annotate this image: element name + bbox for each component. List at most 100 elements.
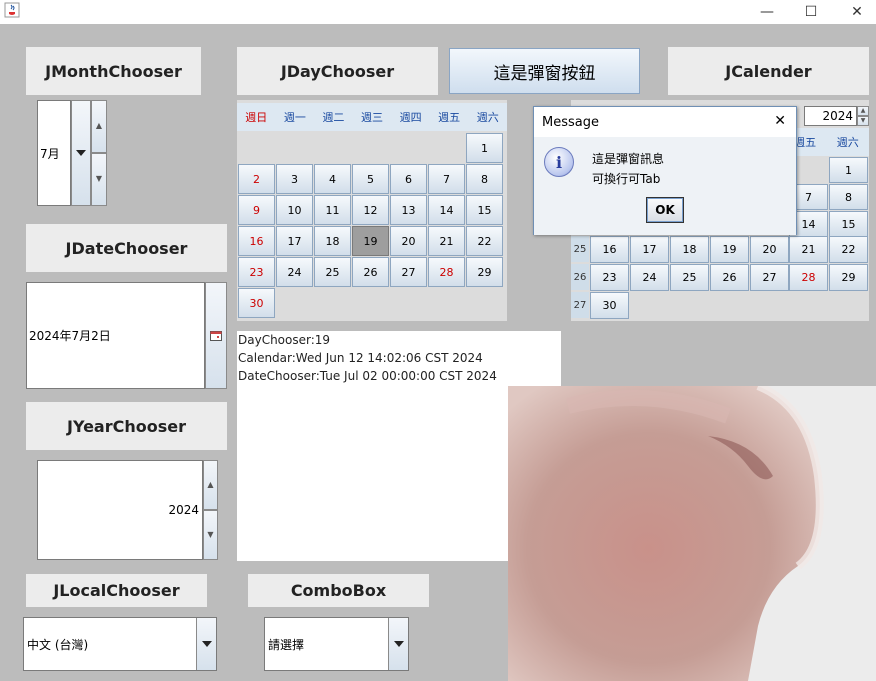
- calendar-year-up[interactable]: ▲: [857, 106, 869, 116]
- calendar-day-button[interactable]: 18: [670, 236, 709, 263]
- combo-value: 請選擇: [268, 637, 305, 652]
- date-value: 2024年7月2日: [29, 329, 111, 343]
- calendar-day-button[interactable]: 17: [630, 236, 669, 263]
- ok-button[interactable]: OK: [646, 197, 684, 223]
- dialog-message-line: 這是彈窗訊息: [592, 152, 665, 166]
- calendar-day-button[interactable]: 22: [829, 236, 868, 263]
- month-field[interactable]: 7月: [37, 100, 71, 206]
- maximize-button[interactable]: ☐: [788, 0, 834, 24]
- week-number: 25: [571, 236, 589, 262]
- year-spin-down[interactable]: ▼: [203, 510, 218, 560]
- locale-combo[interactable]: 中文 (台灣): [23, 617, 217, 671]
- locale-chooser-label: JLocalChooser: [26, 574, 207, 607]
- day-button[interactable]: 7: [428, 164, 465, 194]
- year-chooser-label: JYearChooser: [26, 402, 227, 450]
- week-number: 26: [571, 264, 589, 290]
- day-button[interactable]: 4: [314, 164, 351, 194]
- calendar-day-button[interactable]: 20: [750, 236, 789, 263]
- select-combo[interactable]: 請選擇: [264, 617, 409, 671]
- calendar-year-value: 2024: [822, 109, 853, 123]
- weekday-label: 週日: [245, 111, 268, 124]
- day-button[interactable]: 21: [428, 226, 465, 256]
- day-button[interactable]: 2: [238, 164, 275, 194]
- day-button[interactable]: 20: [390, 226, 427, 256]
- chevron-down-icon: [201, 641, 212, 647]
- calendar-day-button[interactable]: 15: [829, 211, 868, 237]
- dialog-title-bar: Message ✕: [534, 107, 796, 137]
- day-button[interactable]: 1: [466, 133, 503, 163]
- month-dropdown-button[interactable]: [71, 100, 91, 206]
- face-image: [508, 386, 824, 681]
- calendar-day-button[interactable]: 23: [590, 264, 629, 291]
- day-button[interactable]: 23: [238, 257, 275, 287]
- date-field[interactable]: 2024年7月2日: [26, 282, 205, 389]
- year-spin-up[interactable]: ▲: [203, 460, 218, 510]
- weekday-label: 週五: [438, 111, 461, 124]
- day-button[interactable]: 15: [466, 195, 503, 225]
- output-line: Calendar:Wed Jun 12 14:02:06 CST 2024: [238, 351, 483, 365]
- popup-button[interactable]: 這是彈窗按鈕: [449, 48, 640, 94]
- day-button[interactable]: 14: [428, 195, 465, 225]
- month-spin-down[interactable]: ▼: [91, 153, 107, 206]
- calendar-day-button[interactable]: 24: [630, 264, 669, 291]
- date-picker-button[interactable]: [205, 282, 227, 389]
- day-button[interactable]: 17: [276, 226, 313, 256]
- dialog-close-icon[interactable]: ✕: [774, 113, 786, 129]
- day-button[interactable]: 11: [314, 195, 351, 225]
- day-button[interactable]: 27: [390, 257, 427, 287]
- output-line: DateChooser:Tue Jul 02 00:00:00 CST 2024: [238, 369, 497, 383]
- calendar-day-button[interactable]: 27: [750, 264, 789, 291]
- calendar-day-button[interactable]: 16: [590, 236, 629, 263]
- calendar-day-button[interactable]: 8: [829, 184, 868, 210]
- calendar-day-button[interactable]: 25: [670, 264, 709, 291]
- window-titlebar: — ☐ ✕: [0, 0, 876, 24]
- weekday-label: 週四: [399, 111, 422, 124]
- calendar-year-field[interactable]: 2024: [804, 106, 857, 126]
- day-button[interactable]: 6: [390, 164, 427, 194]
- day-chooser-weekday-header: 週日 週一 週二 週三 週四 週五 週六: [237, 103, 507, 131]
- day-button[interactable]: 26: [352, 257, 389, 287]
- calendar-day-button[interactable]: 29: [829, 264, 868, 291]
- info-icon: i: [544, 147, 574, 177]
- day-button[interactable]: 16: [238, 226, 275, 256]
- calendar-day-button[interactable]: 19: [710, 236, 749, 263]
- weekday-label: 週三: [361, 111, 384, 124]
- day-button[interactable]: 3: [276, 164, 313, 194]
- day-button[interactable]: 10: [276, 195, 313, 225]
- day-button[interactable]: 18: [314, 226, 351, 256]
- calendar-year-down[interactable]: ▼: [857, 116, 869, 126]
- day-button[interactable]: 19: [352, 226, 389, 256]
- day-button[interactable]: 5: [352, 164, 389, 194]
- day-button[interactable]: 8: [466, 164, 503, 194]
- close-button[interactable]: ✕: [834, 0, 876, 24]
- day-button[interactable]: 24: [276, 257, 313, 287]
- calendar-day-button[interactable]: 28: [789, 264, 828, 291]
- day-chooser-label: JDayChooser: [237, 47, 438, 95]
- arrow-down-icon: ▼: [860, 117, 866, 124]
- day-button[interactable]: 25: [314, 257, 351, 287]
- minimize-button[interactable]: —: [744, 0, 790, 24]
- year-field[interactable]: 2024: [37, 460, 203, 560]
- month-spin-up[interactable]: ▲: [91, 100, 107, 153]
- day-button[interactable]: 9: [238, 195, 275, 225]
- combo-box-label: ComboBox: [248, 574, 429, 607]
- dialog-title: Message: [542, 114, 599, 130]
- locale-dropdown-button[interactable]: [196, 618, 216, 670]
- day-button[interactable]: 30: [238, 288, 275, 318]
- photo-image: [508, 386, 876, 681]
- calendar-day-button[interactable]: 1: [829, 157, 868, 183]
- calendar-day-button[interactable]: 21: [789, 236, 828, 263]
- combo-dropdown-button[interactable]: [388, 618, 408, 670]
- day-button[interactable]: 28: [428, 257, 465, 287]
- day-button[interactable]: 13: [390, 195, 427, 225]
- day-button[interactable]: 29: [466, 257, 503, 287]
- month-value: 7月: [40, 146, 60, 161]
- calendar-day-button[interactable]: 30: [590, 292, 629, 319]
- day-button[interactable]: 12: [352, 195, 389, 225]
- day-chooser: 週日 週一 週二 週三 週四 週五 週六 1 2 3 4 5 6 7 8 9 10 11 12 13 14…: [237, 100, 507, 321]
- arrow-up-icon: ▲: [860, 107, 866, 114]
- calendar-day-button[interactable]: 26: [710, 264, 749, 291]
- day-button[interactable]: 22: [466, 226, 503, 256]
- weekday-label: 週一: [283, 111, 306, 124]
- month-chooser-label: JMonthChooser: [26, 47, 201, 95]
